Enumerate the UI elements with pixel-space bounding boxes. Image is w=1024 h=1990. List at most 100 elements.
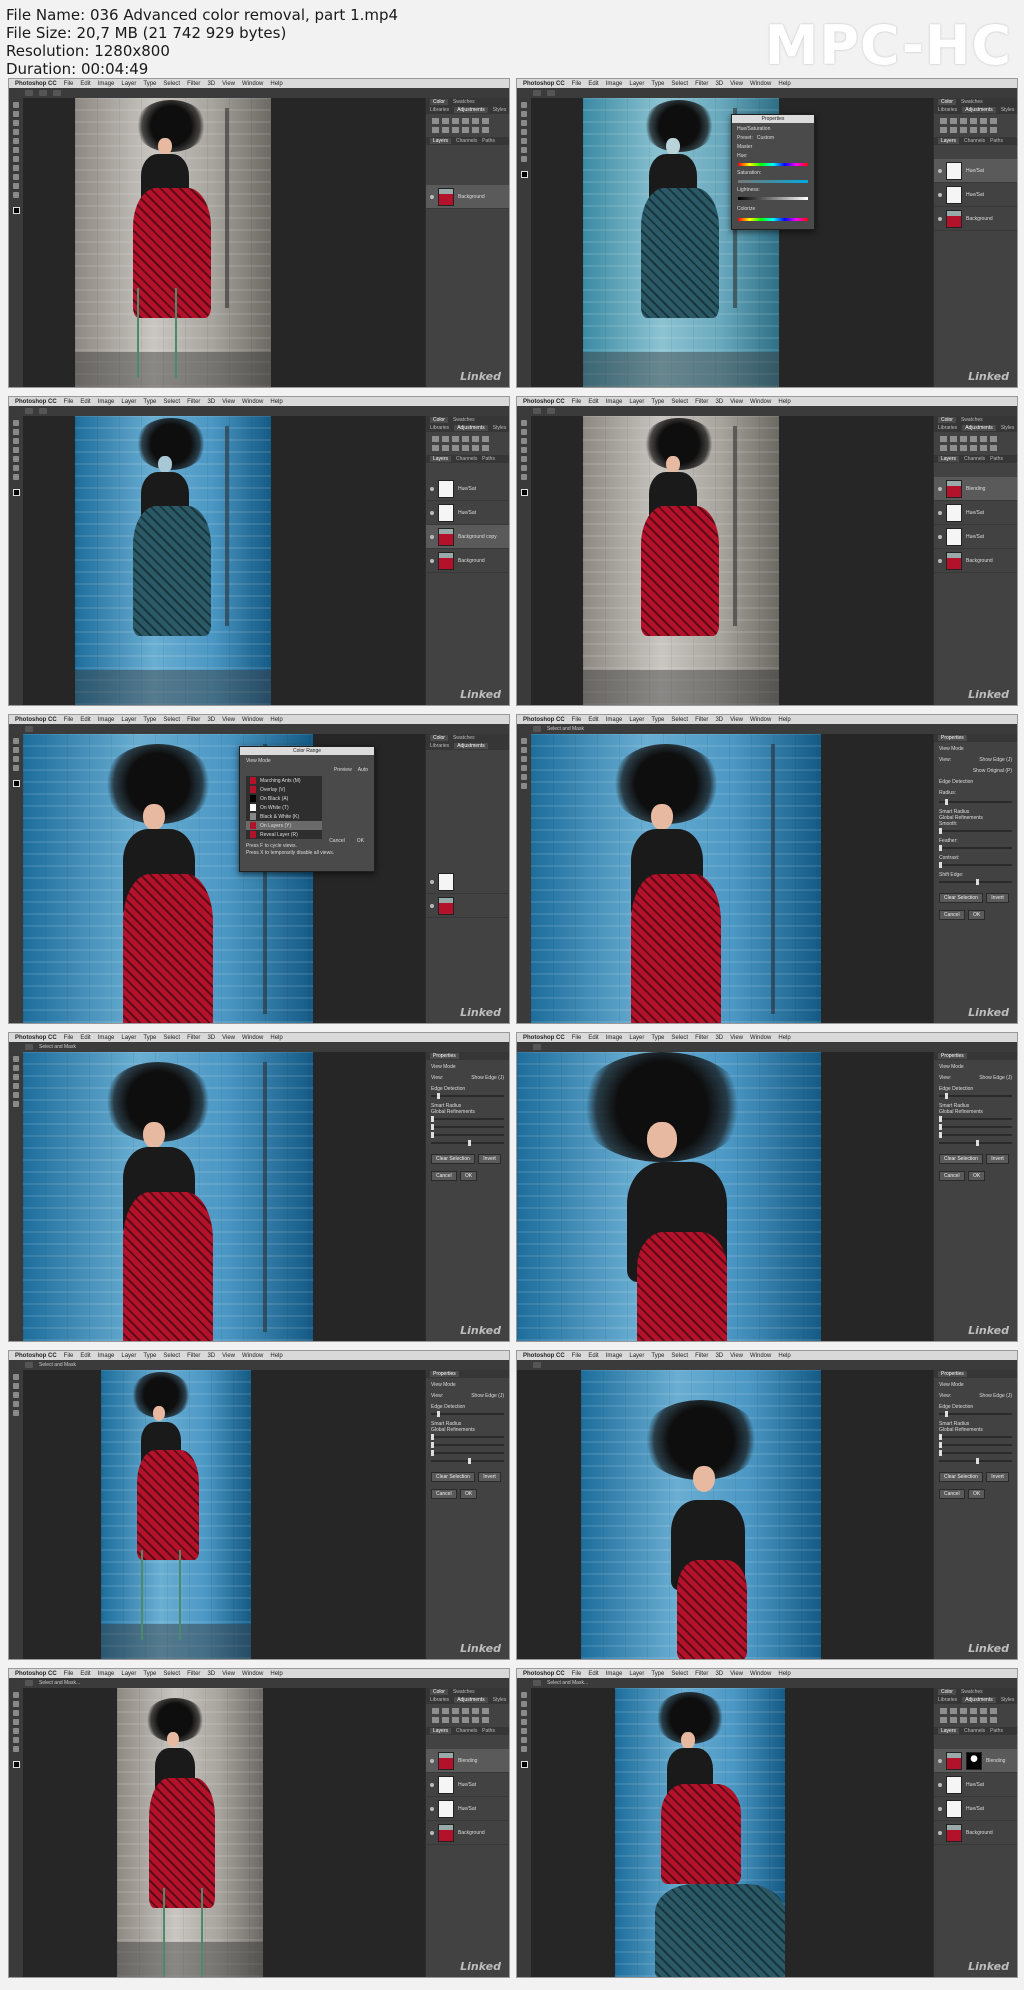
- tab-properties[interactable]: Properties: [938, 735, 967, 741]
- move-tool-icon[interactable]: [521, 420, 527, 426]
- menu-type[interactable]: Type: [651, 399, 664, 405]
- tab-libraries[interactable]: Libraries: [430, 107, 449, 113]
- menu-filter[interactable]: Filter: [187, 399, 200, 405]
- menu-type[interactable]: Type: [651, 1035, 664, 1041]
- menu-select[interactable]: Select: [163, 1353, 180, 1359]
- menu-select[interactable]: Select: [163, 717, 180, 723]
- thumbnail-11[interactable]: Photoshop CC File Edit Image Layer Type …: [8, 1668, 510, 1978]
- thumbnail-8[interactable]: Photoshop CC File Edit Image Layer Type …: [516, 1032, 1018, 1342]
- menu-3d[interactable]: 3D: [207, 81, 215, 87]
- menu-layer[interactable]: Layer: [121, 1353, 136, 1359]
- layer-row[interactable]: Background: [934, 549, 1017, 573]
- layer-row[interactable]: Hue/Sat: [934, 159, 1017, 183]
- hand-tool-icon[interactable]: [13, 1401, 19, 1407]
- tab-libraries[interactable]: Libraries: [430, 743, 449, 749]
- menu-3d[interactable]: 3D: [715, 1035, 723, 1041]
- tab-color[interactable]: Color: [938, 1689, 956, 1695]
- eye-icon[interactable]: [430, 1830, 434, 1835]
- app-name[interactable]: Photoshop CC: [15, 717, 57, 723]
- menu-image[interactable]: Image: [98, 1671, 115, 1677]
- tab-libraries[interactable]: Libraries: [938, 107, 957, 113]
- eye-icon[interactable]: [430, 486, 434, 491]
- marquee-tool-icon[interactable]: [13, 111, 19, 117]
- document-canvas[interactable]: [531, 416, 933, 705]
- eye-icon[interactable]: [938, 1782, 942, 1787]
- menu-3d[interactable]: 3D: [715, 1671, 723, 1677]
- lasso-tool-icon[interactable]: [13, 1710, 19, 1716]
- thumbnail-12[interactable]: Photoshop CC File Edit Image Layer Type …: [516, 1668, 1018, 1978]
- eye-icon[interactable]: [938, 1806, 942, 1811]
- lasso-tool-icon[interactable]: [13, 747, 19, 753]
- tab-paths[interactable]: Paths: [990, 1728, 1003, 1734]
- menu-help[interactable]: Help: [270, 81, 282, 87]
- menu-window[interactable]: Window: [750, 1671, 771, 1677]
- menu-image[interactable]: Image: [606, 717, 623, 723]
- eye-icon[interactable]: [430, 879, 434, 884]
- layer-row[interactable]: Background: [934, 1821, 1017, 1845]
- layer-row[interactable]: Hue/Sat: [934, 183, 1017, 207]
- tab-color[interactable]: Color: [430, 417, 448, 423]
- feather-slider[interactable]: [431, 1124, 504, 1130]
- cancel-button[interactable]: Cancel: [431, 1171, 457, 1181]
- view-mode-item[interactable]: Black & White (K): [246, 812, 322, 821]
- show-edge-checkbox[interactable]: Show Edge (J): [979, 1075, 1012, 1081]
- cancel-button[interactable]: Cancel: [431, 1489, 457, 1499]
- smooth-slider[interactable]: [431, 1116, 504, 1122]
- layer-row[interactable]: Background: [426, 1821, 509, 1845]
- menu-view[interactable]: View: [730, 1671, 743, 1677]
- zoom-tool-icon[interactable]: [13, 1746, 19, 1752]
- menu-help[interactable]: Help: [778, 81, 790, 87]
- eye-icon[interactable]: [430, 558, 434, 563]
- radius-slider[interactable]: [431, 1411, 504, 1417]
- tab-libraries[interactable]: Libraries: [430, 425, 449, 431]
- lasso-tool-icon[interactable]: [13, 438, 19, 444]
- menu-layer[interactable]: Layer: [629, 399, 644, 405]
- lasso-tool-icon[interactable]: [521, 1710, 527, 1716]
- tab-paths[interactable]: Paths: [482, 1728, 495, 1734]
- menu-window[interactable]: Window: [242, 1671, 263, 1677]
- menu-file[interactable]: File: [64, 1671, 74, 1677]
- menu-file[interactable]: File: [64, 399, 74, 405]
- menu-edit[interactable]: Edit: [588, 717, 598, 723]
- tab-paths[interactable]: Paths: [482, 456, 495, 462]
- menu-image[interactable]: Image: [606, 1035, 623, 1041]
- menu-filter[interactable]: Filter: [695, 399, 708, 405]
- brush-tool-icon[interactable]: [13, 1074, 19, 1080]
- menu-3d[interactable]: 3D: [715, 717, 723, 723]
- menu-filter[interactable]: Filter: [187, 81, 200, 87]
- zoom-tool-icon[interactable]: [13, 474, 19, 480]
- tab-properties[interactable]: Properties: [430, 1053, 459, 1059]
- view-mode-item-selected[interactable]: On Layers (Y): [246, 821, 322, 830]
- crop-tool-icon[interactable]: [521, 1719, 527, 1725]
- hue-saturation-properties[interactable]: Properties Hue/Saturation Preset: Custom…: [731, 114, 815, 230]
- invert-button[interactable]: Invert: [478, 1154, 501, 1164]
- document-canvas[interactable]: [517, 1052, 933, 1341]
- menu-select[interactable]: Select: [671, 81, 688, 87]
- type-tool-icon[interactable]: [13, 1737, 19, 1743]
- clear-selection-button[interactable]: Clear Selection: [431, 1154, 475, 1164]
- quick-select-tool-icon[interactable]: [13, 1374, 19, 1380]
- menu-layer[interactable]: Layer: [629, 1035, 644, 1041]
- menu-filter[interactable]: Filter: [695, 717, 708, 723]
- tab-channels[interactable]: Channels: [456, 456, 477, 462]
- menu-window[interactable]: Window: [242, 81, 263, 87]
- menu-image[interactable]: Image: [98, 399, 115, 405]
- layer-row[interactable]: Background: [934, 207, 1017, 231]
- tab-styles[interactable]: Styles: [1001, 107, 1015, 113]
- zoom-tool-icon[interactable]: [521, 156, 527, 162]
- menu-3d[interactable]: 3D: [715, 81, 723, 87]
- menu-select[interactable]: Select: [163, 399, 180, 405]
- layer-row[interactable]: [426, 870, 509, 894]
- document-canvas[interactable]: [23, 1370, 425, 1659]
- tab-channels[interactable]: Channels: [456, 138, 477, 144]
- show-edge-checkbox[interactable]: Show Edge (J): [471, 1075, 504, 1081]
- ok-button[interactable]: OK: [967, 1171, 986, 1181]
- tab-color[interactable]: Color: [430, 1689, 448, 1695]
- menu-type[interactable]: Type: [651, 1353, 664, 1359]
- lasso-tool-icon[interactable]: [521, 765, 527, 771]
- eye-icon[interactable]: [430, 1806, 434, 1811]
- refine-edge-brush-icon[interactable]: [13, 1383, 19, 1389]
- layer-row[interactable]: Background: [426, 185, 509, 209]
- tab-swatches[interactable]: Swatches: [453, 1689, 475, 1695]
- tab-layers[interactable]: Layers: [430, 456, 452, 462]
